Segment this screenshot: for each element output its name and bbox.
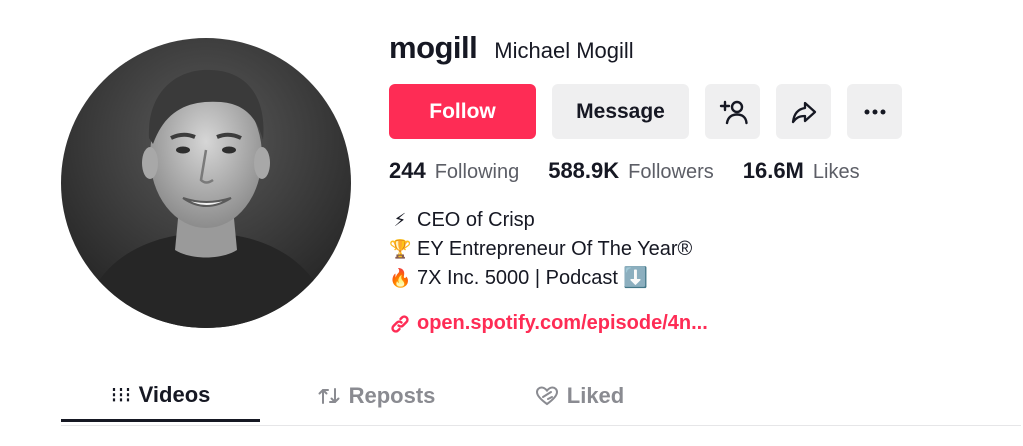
likes-count: 16.6M (742, 158, 804, 183)
bio-text: CEO of Crisp (417, 209, 535, 231)
likes-label: Likes (812, 161, 860, 183)
message-button[interactable]: Message (552, 84, 689, 139)
profile-names: mogill Michael Mogill (389, 30, 634, 66)
stat-followers[interactable]: 588.9K Followers (548, 158, 714, 184)
bio-text: 7X Inc. 5000 | Podcast ⬇️ (417, 267, 649, 289)
display-name: Michael Mogill (494, 38, 634, 63)
stat-following[interactable]: 244 Following (389, 158, 519, 184)
add-friend-icon (719, 100, 748, 124)
tab-reposts[interactable]: Reposts (260, 370, 492, 422)
bio-link-text: open.spotify.com/episode/4n... (417, 312, 708, 334)
grid-icon (112, 387, 129, 402)
more-icon (864, 109, 885, 114)
profile-stats: 244 Following 588.9K Followers 16.6M Lik… (389, 158, 889, 184)
followers-count: 588.9K (548, 158, 620, 183)
stat-likes: 16.6M Likes (743, 158, 860, 184)
link-icon (391, 314, 409, 333)
follow-button[interactable]: Follow (389, 84, 536, 139)
bio-link[interactable]: open.spotify.com/episode/4n... (389, 312, 708, 335)
bio-line: ⚡ CEO of Crisp (389, 206, 692, 235)
following-label: Following (434, 161, 520, 183)
avatar-image (61, 38, 351, 328)
avatar[interactable] (61, 38, 351, 328)
trophy-emoji: 🏆 (389, 239, 412, 259)
tab-label: Reposts (348, 383, 436, 408)
tab-label: Videos (138, 381, 211, 407)
tab-liked[interactable]: Liked (492, 370, 667, 422)
bio: ⚡ CEO of Crisp 🏆 EY Entrepreneur Of The … (389, 206, 692, 293)
tabs-divider (61, 425, 1021, 426)
followers-label: Followers (628, 161, 714, 183)
profile-page: mogill Michael Mogill Follow Message 244… (0, 0, 1023, 446)
username: mogill (389, 30, 478, 65)
tab-videos[interactable]: Videos (61, 370, 260, 422)
share-icon (791, 101, 816, 123)
more-button[interactable] (847, 84, 902, 139)
lightning-emoji: ⚡ (393, 210, 407, 230)
following-count: 244 (389, 158, 426, 183)
share-button[interactable] (776, 84, 831, 139)
fire-emoji: 🔥 (389, 268, 412, 288)
profile-tabs: Videos Reposts Liked (61, 370, 1021, 426)
tab-label: Liked (566, 383, 625, 408)
add-friend-button[interactable] (705, 84, 760, 139)
bio-line: 🏆 EY Entrepreneur Of The Year® (389, 235, 692, 264)
bio-text: EY Entrepreneur Of The Year® (417, 238, 693, 260)
action-buttons: Follow Message (389, 84, 902, 139)
liked-heart-icon (535, 386, 558, 406)
bio-line: 🔥 7X Inc. 5000 | Podcast ⬇️ (389, 264, 692, 293)
repost-icon (318, 388, 340, 404)
